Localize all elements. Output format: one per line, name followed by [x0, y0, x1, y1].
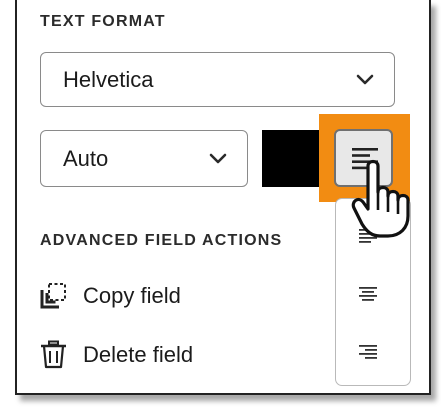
copy-field-button[interactable]: Copy field [40, 282, 181, 309]
font-family-value: Helvetica [63, 66, 154, 92]
copy-field-label: Copy field [83, 282, 181, 308]
trash-icon [41, 340, 66, 369]
chevron-down-icon [356, 74, 374, 84]
align-center-icon [359, 287, 377, 301]
advanced-actions-heading: ADVANCED FIELD ACTIONS [40, 232, 283, 249]
align-center-option[interactable] [336, 273, 410, 317]
align-right-icon [359, 345, 377, 359]
font-family-select[interactable]: Helvetica [40, 52, 395, 107]
text-format-heading: TEXT FORMAT [40, 13, 166, 30]
copy-icon [40, 283, 66, 309]
hand-pointer-icon [351, 159, 410, 238]
font-size-select[interactable]: Auto [40, 130, 248, 187]
delete-field-label: Delete field [83, 341, 194, 367]
font-size-value: Auto [63, 145, 109, 171]
delete-field-button[interactable]: Delete field [40, 340, 193, 369]
align-right-option[interactable] [336, 331, 410, 375]
chevron-down-icon [209, 153, 227, 163]
